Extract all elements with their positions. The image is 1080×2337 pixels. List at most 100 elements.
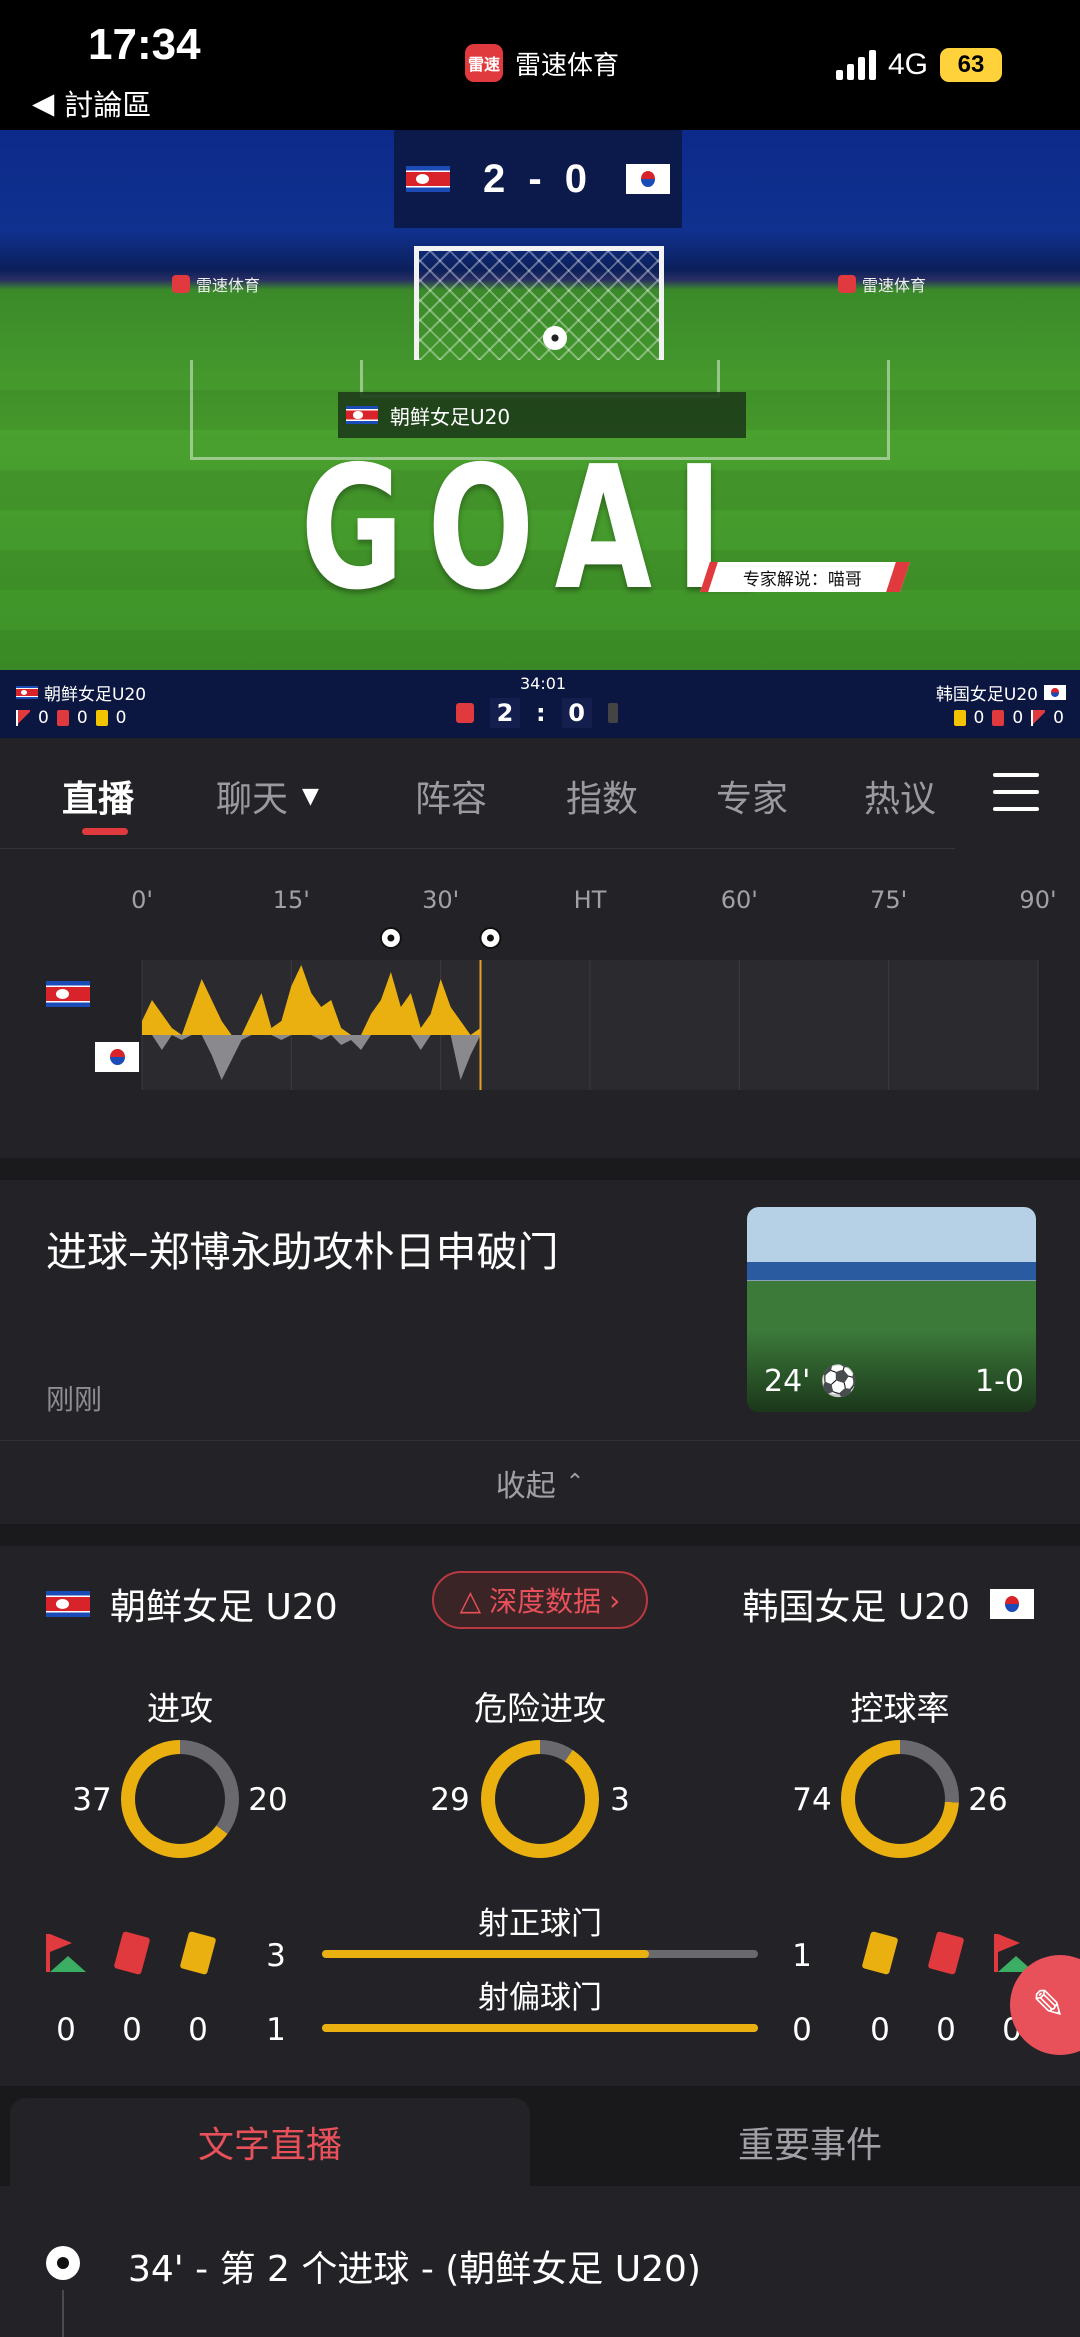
- app-badge: 雷速 雷速体育: [465, 44, 619, 82]
- shots-on-home: 3: [266, 1938, 286, 1974]
- shots-off-away: 0: [792, 2012, 812, 2048]
- red-card-icon: [992, 710, 1005, 726]
- network-status: 4G 63: [836, 48, 1003, 82]
- tab-live[interactable]: 直播: [62, 770, 134, 822]
- thumbnail-minute: 24' ⚽: [764, 1364, 858, 1399]
- momentum-chart: [141, 927, 1039, 1090]
- tab-hot[interactable]: 热议: [864, 770, 936, 822]
- tab-odds[interactable]: 指数: [566, 770, 638, 822]
- away-team-name: 韩国女足 U20: [742, 1578, 1034, 1630]
- network-type: 4G: [888, 48, 929, 81]
- home-corners: 0: [56, 2012, 76, 2048]
- chevron-up-icon: ⌃: [565, 1470, 585, 1495]
- timeline-line: [62, 2290, 64, 2337]
- back-button[interactable]: ◀ 討論區: [32, 82, 151, 124]
- goal-marker-dot: [486, 934, 494, 942]
- video-player[interactable]: 2 - 0 雷速体育 雷速体育 朝鲜女足U20 GOAL 专家解说：喵哥 34:…: [0, 130, 1080, 738]
- menu-icon[interactable]: [993, 773, 1039, 811]
- north-korea-flag-icon: [16, 686, 38, 699]
- north-korea-flag-icon: [346, 406, 378, 424]
- section-divider: [0, 1524, 1080, 1546]
- danger-home: 29: [430, 1782, 470, 1818]
- tab-lineup[interactable]: 阵容: [415, 770, 487, 822]
- away-card-stats: 0 0 0: [953, 708, 1064, 728]
- score-overlay: 2 - 0: [394, 130, 682, 228]
- yellow-card-icon: [95, 710, 108, 726]
- goal-caption: GOAL: [300, 430, 780, 628]
- video-score: 2 : 0: [456, 698, 618, 728]
- shots-on-bar: [322, 1950, 758, 1958]
- active-tab-indicator: [82, 828, 128, 835]
- app-logo-icon: 雷速: [465, 44, 503, 82]
- corner-flag-icon: [16, 710, 30, 726]
- app-screen: 17:34 ◀ 討論區 雷速 雷速体育 4G 63 2 - 0 雷速体育 雷速体…: [0, 0, 1080, 2337]
- corner-flag-icon: [46, 1934, 86, 1972]
- red-card-icon: [56, 710, 69, 726]
- north-korea-flag-icon: [46, 1591, 90, 1617]
- football-icon: [46, 2246, 80, 2280]
- home-team-label: 朝鲜女足U20: [16, 680, 146, 705]
- chevron-right-icon: ›: [609, 1583, 621, 1617]
- thumbnail-score: 1-0: [975, 1364, 1024, 1399]
- south-korea-flag-icon: [1044, 685, 1066, 700]
- attack-home: 37: [72, 1782, 112, 1818]
- danger-donut: [481, 1740, 599, 1858]
- football-icon: ⚽: [819, 1364, 858, 1399]
- away-shirt-icon: [607, 703, 618, 723]
- football-icon: [543, 326, 567, 350]
- edit-icon: ✎: [1032, 1982, 1066, 2028]
- section-divider: [0, 1158, 1080, 1180]
- home-card-stats: 0 0 0: [16, 708, 126, 728]
- timeline-tick: 15': [272, 886, 310, 914]
- collapse-button[interactable]: 收起 ⌃: [0, 1440, 1080, 1524]
- tab-expert[interactable]: 专家: [716, 770, 788, 822]
- tab-key-events[interactable]: 重要事件: [560, 2098, 1060, 2186]
- shots-off-label: 射偏球门: [478, 1980, 602, 2016]
- back-label: 討論區: [64, 88, 152, 122]
- shots-off-bar: [322, 2024, 758, 2032]
- north-korea-flag-icon: [406, 166, 450, 192]
- possession-home: 74: [792, 1782, 832, 1818]
- possession-label: 控球率: [850, 1689, 950, 1728]
- danger-label: 危险进攻: [474, 1689, 606, 1728]
- goal-net: [414, 246, 664, 360]
- timeline-tick: HT: [573, 886, 607, 914]
- brand-logo-icon: [172, 275, 190, 293]
- deep-data-button[interactable]: △ 深度数据 ›: [432, 1571, 648, 1629]
- timeline-tick: 0': [131, 886, 153, 914]
- expert-commentator-tag: 专家解说：喵哥: [700, 562, 910, 592]
- timeline-tick: 75': [870, 886, 908, 914]
- danger-away: 3: [610, 1782, 630, 1818]
- ad-board-left: 雷速体育: [172, 272, 260, 296]
- timeline-tick: 30': [422, 886, 460, 914]
- home-team-name: 朝鲜女足 U20: [46, 1578, 338, 1630]
- south-korea-flag-icon: [625, 164, 670, 194]
- attack-away: 20: [248, 1782, 288, 1818]
- signal-icon: [836, 50, 876, 80]
- away-team-label: 韩国女足U20: [936, 680, 1066, 705]
- shots-on-label: 射正球门: [478, 1906, 602, 1942]
- home-yellow-cards: 0: [188, 2012, 208, 2048]
- corner-flag-icon: [1031, 710, 1046, 726]
- attack-label: 进攻: [147, 1689, 213, 1728]
- battery-icon: 63: [940, 48, 1003, 82]
- shots-on-away: 1: [792, 1938, 812, 1974]
- tab-chat[interactable]: 聊天 ▼: [216, 770, 319, 822]
- clock-time: 17:34: [88, 20, 201, 69]
- away-red-cards: 0: [936, 2012, 956, 2048]
- possession-away: 26: [968, 1782, 1008, 1818]
- home-red-cards: 0: [122, 2012, 142, 2048]
- shots-on-fill: [322, 1950, 649, 1958]
- away-yellow-cards: 0: [870, 2012, 890, 2048]
- warning-triangle-icon: △: [459, 1583, 482, 1617]
- back-arrow-icon: ◀: [32, 86, 55, 120]
- news-title[interactable]: 进球–郑博永助攻朴日申破门: [46, 1218, 559, 1278]
- match-clock: 34:01: [520, 674, 567, 693]
- attack-donut: [121, 1740, 239, 1858]
- home-shirt-icon: [456, 703, 474, 723]
- news-time: 刚刚: [46, 1383, 103, 1416]
- goal-marker-dot: [387, 934, 395, 942]
- tab-text-live[interactable]: 文字直播: [10, 2098, 530, 2186]
- south-korea-flag-icon: [990, 1589, 1034, 1619]
- yellow-card-icon: [953, 710, 966, 726]
